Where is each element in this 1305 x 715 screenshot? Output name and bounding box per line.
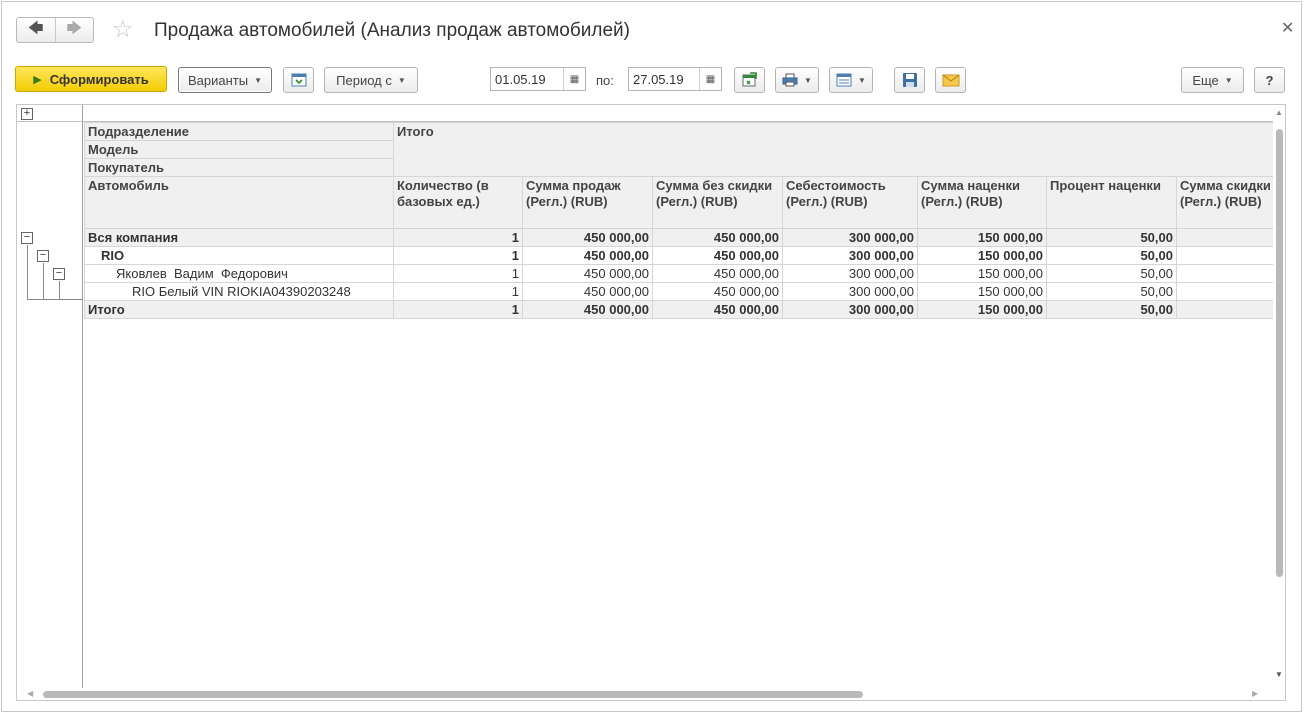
forward-arrow-icon[interactable]: 🡆 [54,18,94,42]
envelope-icon [942,74,959,87]
vertical-scrollbar[interactable]: ▲ ▼ [1273,105,1285,688]
collapse-minus-icon[interactable]: − [53,268,65,280]
date-to-field[interactable]: 27.05.19 ▦ [628,67,722,91]
date-from-value: 01.05.19 [495,71,546,87]
horizontal-scroll-thumb[interactable] [43,691,863,698]
chevron-down-icon: ▼ [254,75,263,85]
back-arrow-icon[interactable]: 🡄 [17,18,55,42]
grouping-tree: + − − − [17,105,83,688]
group-header-division: Подразделение [84,122,394,141]
help-button[interactable]: ? [1254,67,1285,93]
group-header-buyer: Покупатель [84,158,394,177]
header-row: Подразделение Итого [84,122,1275,141]
send-email-button[interactable] [935,67,966,93]
generate-button[interactable]: ▶ Сформировать [15,66,167,92]
help-button-label: ? [1265,72,1274,88]
favorite-star-icon[interactable]: ☆ [112,16,134,44]
table-view-icon [836,73,852,87]
print-button[interactable]: ▼ [775,67,819,93]
date-to-label: по: [596,73,614,88]
close-icon[interactable]: ✕ [1281,18,1294,38]
date-to-value: 27.05.19 [633,71,684,87]
save-disk-icon [902,73,917,87]
vertical-scroll-thumb[interactable] [1276,129,1283,577]
printer-icon [782,73,798,87]
report-table: Подразделение Итого Модель Покупатель Ав… [84,122,1275,319]
collapse-minus-icon[interactable]: − [37,250,49,262]
report-window: 🡄 🡆 ☆ Продажа автомобилей (Анализ продаж… [1,1,1302,712]
column-header: Процент наценки [1046,176,1177,229]
settings-button[interactable] [283,67,314,93]
group-header-car: Автомобиль [84,176,394,229]
column-header: Себестоимость (Регл.) (RUB) [782,176,918,229]
scroll-right-icon[interactable]: ▶ [1252,689,1258,698]
generate-button-label: Сформировать [49,71,149,87]
expand-all-plus-icon[interactable]: + [21,108,33,120]
chevron-down-icon: ▼ [804,75,812,85]
grouping-band [17,105,1273,122]
navigation-buttons: 🡄 🡆 [16,17,94,43]
group-header-model: Модель [84,140,394,159]
scroll-up-icon[interactable]: ▲ [1275,108,1283,117]
variants-button-label: Варианты [187,72,249,88]
column-header: Сумма продаж (Регл.) (RUB) [522,176,653,229]
column-header: Сумма наценки (Регл.) (RUB) [917,176,1047,229]
column-headers-row: Автомобиль Количество (в базовых ед.) Су… [84,176,1275,229]
total-header: Итого [393,122,1275,141]
more-button[interactable]: Еще ▼ [1181,67,1244,93]
save-button[interactable] [894,67,925,93]
scroll-left-icon[interactable]: ◀ [27,689,33,698]
column-header: Сумма скидки (Регл.) (RUB) [1176,176,1275,229]
report-spreadsheet[interactable]: + − − − Подразделение Итого Модель Покуп… [16,104,1286,701]
calendar-icon[interactable]: ▦ [563,68,585,90]
table-row[interactable]: Итого 1 450 000,00 450 000,00 300 000,00… [84,300,1275,319]
page-title: Продажа автомобилей (Анализ продаж автом… [154,20,630,41]
play-icon: ▶ [33,73,42,86]
collapse-minus-icon[interactable]: − [21,232,33,244]
excel-icon [742,72,757,87]
table-row[interactable]: Яковлев Вадим Федорович 1 450 000,00 450… [84,264,1275,283]
variants-button[interactable]: Варианты ▼ [178,67,272,93]
scroll-down-icon[interactable]: ▼ [1275,670,1283,679]
column-header: Сумма без скидки (Регл.) (RUB) [652,176,783,229]
view-button[interactable]: ▼ [829,67,873,93]
table-row[interactable]: RIO 1 450 000,00 450 000,00 300 000,00 1… [84,246,1275,265]
more-button-label: Еще [1192,72,1219,88]
chevron-down-icon: ▼ [858,75,866,85]
calendar-icon[interactable]: ▦ [699,68,721,90]
chevron-down-icon: ▼ [397,75,406,85]
period-button-label: Период с [336,72,392,88]
chevron-down-icon: ▼ [1224,75,1233,85]
export-excel-button[interactable] [734,67,765,93]
date-from-field[interactable]: 01.05.19 ▦ [490,67,586,91]
table-row[interactable]: RIO Белый VIN RIOKIA04390203248 1 450 00… [84,282,1275,301]
table-row[interactable]: Вся компания 1 450 000,00 450 000,00 300… [84,228,1275,247]
column-header: Количество (в базовых ед.) [393,176,523,229]
period-button[interactable]: Период с ▼ [324,67,418,93]
horizontal-scrollbar[interactable]: ◀ ▶ [17,688,1273,700]
settings-panel-icon [291,73,306,87]
